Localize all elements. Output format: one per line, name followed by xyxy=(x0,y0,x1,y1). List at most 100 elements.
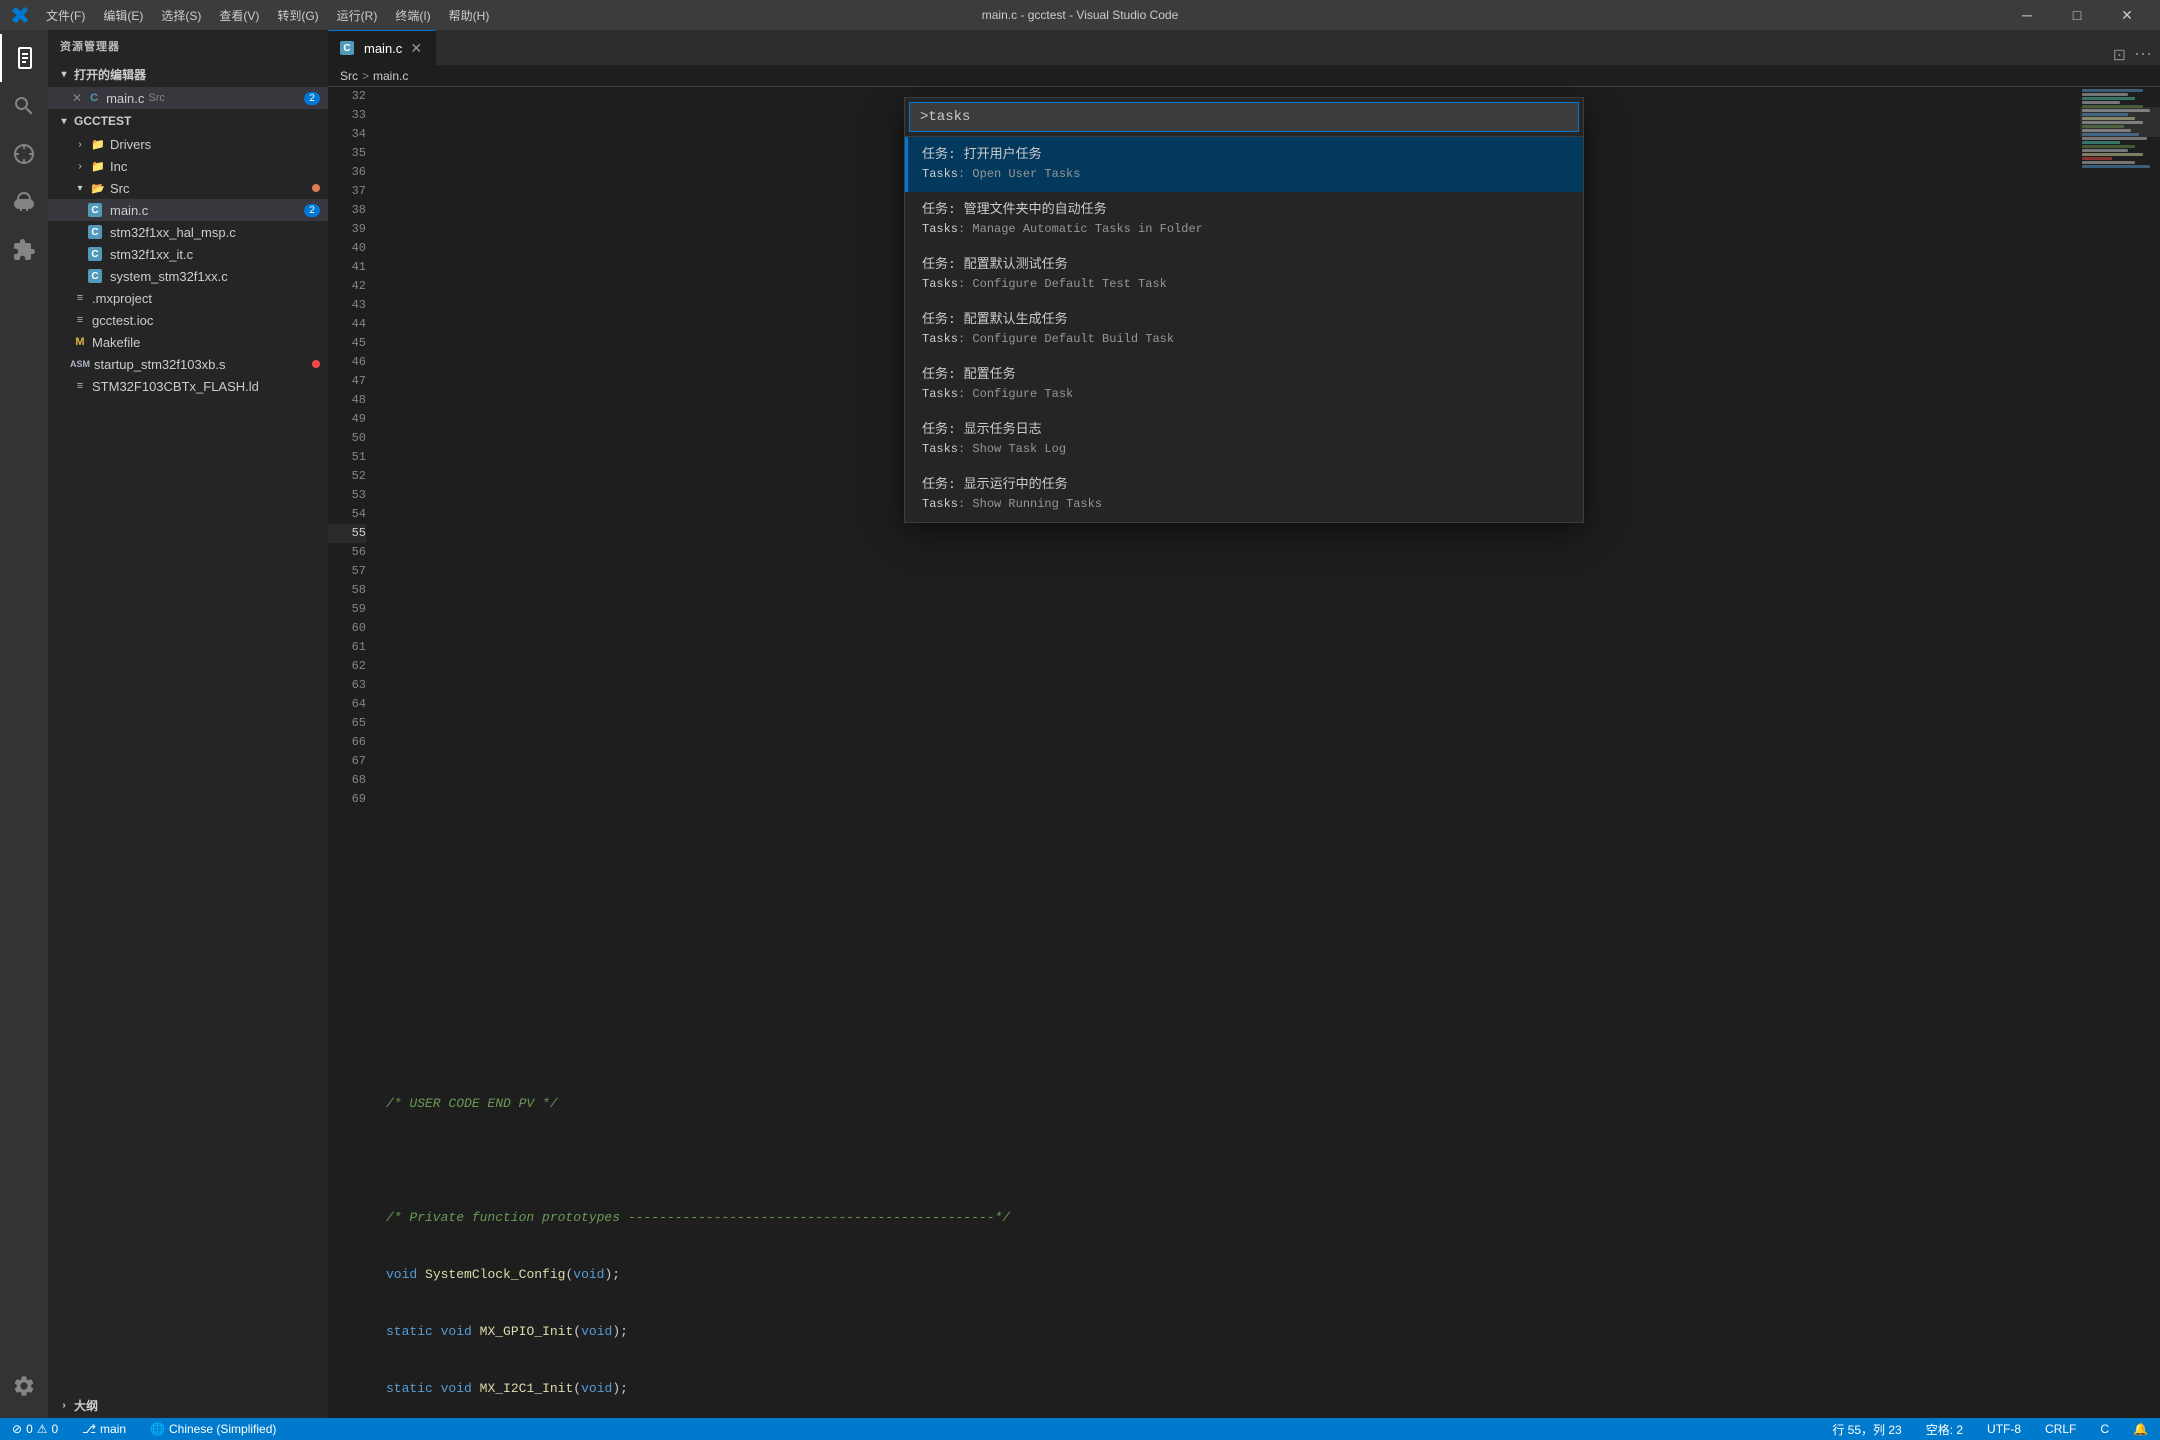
system-c-label: system_stm32f1xx.c xyxy=(110,269,228,284)
title-bar: 文件(F) 编辑(E) 选择(S) 查看(V) 转到(G) 运行(R) 终端(I… xyxy=(0,0,2160,30)
command-item-2[interactable]: 任务: 配置默认测试任务 Tasks: Configure Default Te… xyxy=(905,247,1583,302)
open-file-main-c[interactable]: ✕ C main.c Src 2 xyxy=(48,87,328,109)
outline-header[interactable]: › 大纲 xyxy=(48,1393,328,1418)
hal-msp-label: stm32f1xx_hal_msp.c xyxy=(110,225,236,240)
src-label: Src xyxy=(110,181,130,196)
activity-files[interactable] xyxy=(0,34,48,82)
breadcrumb-src[interactable]: Src xyxy=(340,69,358,83)
minimize-button[interactable]: ─ xyxy=(2004,0,2050,30)
maximize-button[interactable]: □ xyxy=(2054,0,2100,30)
subtitle-highlight-2: Tasks xyxy=(922,277,958,291)
close-button[interactable]: ✕ xyxy=(2104,0,2150,30)
command-item-title-1: 任务: 管理文件夹中的自动任务 xyxy=(922,200,1569,219)
activity-debug[interactable] xyxy=(0,178,48,226)
tab-close-button[interactable]: ✕ xyxy=(408,40,424,56)
menu-file[interactable]: 文件(F) xyxy=(38,5,93,26)
inc-chevron: › xyxy=(72,158,88,174)
menu-selection[interactable]: 选择(S) xyxy=(153,5,209,26)
search-icon xyxy=(12,94,36,118)
tree-item-hal-msp[interactable]: C stm32f1xx_hal_msp.c xyxy=(48,221,328,243)
status-language[interactable]: C xyxy=(2096,1422,2113,1436)
title-bar-menu[interactable]: 文件(F) 编辑(E) 选择(S) 查看(V) 转到(G) 运行(R) 终端(I… xyxy=(38,5,497,26)
breadcrumb-sep1: > xyxy=(362,69,369,83)
command-palette: 任务: 打开用户任务 Tasks: Open User Tasks 任务: 管理… xyxy=(904,97,1584,523)
more-actions-button[interactable]: ⋯ xyxy=(2134,44,2152,65)
tab-main-c[interactable]: C main.c ✕ xyxy=(328,30,436,65)
startup-label: startup_stm32f103xb.s xyxy=(94,357,226,372)
menu-terminal[interactable]: 终端(I) xyxy=(387,5,438,26)
menu-view[interactable]: 查看(V) xyxy=(211,5,267,26)
status-branch[interactable]: ⎇ main xyxy=(78,1422,130,1436)
tree-item-ioc[interactable]: ≡ gcctest.ioc xyxy=(48,309,328,331)
ioc-label: gcctest.ioc xyxy=(92,313,153,328)
tree-item-system-c[interactable]: C system_stm32f1xx.c xyxy=(48,265,328,287)
status-chinese[interactable]: 🌐 Chinese (Simplified) xyxy=(146,1422,280,1436)
tree-item-mxproject[interactable]: ≡ .mxproject xyxy=(48,287,328,309)
gcctest-section[interactable]: ▾ GCCTEST xyxy=(48,109,328,133)
breadcrumb-file[interactable]: main.c xyxy=(373,69,408,83)
status-errors[interactable]: ⊘ 0 ⚠ 0 xyxy=(8,1422,62,1436)
command-item-5[interactable]: 任务: 显示任务日志 Tasks: Show Task Log xyxy=(905,412,1583,467)
tree-item-startup[interactable]: ASM startup_stm32f103xb.s xyxy=(48,353,328,375)
tree-item-makefile[interactable]: M Makefile xyxy=(48,331,328,353)
mxproject-icon: ≡ xyxy=(72,290,88,306)
git-branch-icon: ⎇ xyxy=(82,1422,96,1436)
command-palette-input[interactable] xyxy=(909,102,1579,132)
menu-goto[interactable]: 转到(G) xyxy=(269,5,326,26)
activity-bar xyxy=(0,30,48,1418)
open-file-path: Src xyxy=(148,92,165,104)
outline-section: › 大纲 xyxy=(48,1393,328,1418)
code-editor: 任务: 打开用户任务 Tasks: Open User Tasks 任务: 管理… xyxy=(328,87,2160,1418)
tree-item-drivers[interactable]: › 📁 Drivers xyxy=(48,133,328,155)
command-item-subtitle-2: Tasks: Configure Default Test Task xyxy=(922,275,1569,294)
command-item-subtitle-1: Tasks: Manage Automatic Tasks in Folder xyxy=(922,220,1569,239)
menu-run[interactable]: 运行(R) xyxy=(329,5,386,26)
command-item-1[interactable]: 任务: 管理文件夹中的自动任务 Tasks: Manage Automatic … xyxy=(905,192,1583,247)
close-file-icon[interactable]: ✕ xyxy=(72,91,82,105)
subtitle-rest-5: : Show Task Log xyxy=(958,442,1066,456)
title-bar-controls[interactable]: ─ □ ✕ xyxy=(2004,0,2150,30)
status-spaces[interactable]: 空格: 2 xyxy=(1922,1421,1967,1438)
sidebar: 资源管理器 ▾ 打开的编辑器 ✕ C main.c Src 2 ▾ GCCTES… xyxy=(48,30,328,1418)
menu-help[interactable]: 帮助(H) xyxy=(441,5,498,26)
drivers-chevron: › xyxy=(72,136,88,152)
command-item-3[interactable]: 任务: 配置默认生成任务 Tasks: Configure Default Bu… xyxy=(905,302,1583,357)
activity-extensions[interactable] xyxy=(0,226,48,274)
status-encoding[interactable]: UTF-8 xyxy=(1983,1422,2025,1436)
tree-item-main-c[interactable]: C main.c 2 xyxy=(48,199,328,221)
tree-item-ld[interactable]: ≡ STM32F103CBTx_FLASH.ld xyxy=(48,375,328,397)
open-file-badge: 2 xyxy=(304,92,320,105)
status-line-ending[interactable]: CRLF xyxy=(2041,1422,2080,1436)
status-bell[interactable]: 🔔 xyxy=(2129,1422,2152,1436)
tree-item-src[interactable]: ▾ 📂 Src xyxy=(48,177,328,199)
open-editors-section[interactable]: ▾ 打开的编辑器 xyxy=(48,62,328,87)
open-editors-chevron: ▾ xyxy=(56,67,72,83)
src-chevron: ▾ xyxy=(72,180,88,196)
tree-item-inc[interactable]: › 📁 Inc xyxy=(48,155,328,177)
src-modified-dot xyxy=(312,184,320,192)
warning-icon: ⚠ xyxy=(37,1422,48,1436)
split-editor-button[interactable]: ⊡ xyxy=(2113,45,2126,65)
subtitle-rest-2: : Configure Default Test Task xyxy=(958,277,1167,291)
activity-git[interactable] xyxy=(0,130,48,178)
warning-count: 0 xyxy=(52,1422,59,1436)
subtitle-highlight-1: Tasks xyxy=(922,222,958,236)
branch-name: main xyxy=(100,1422,126,1436)
editor-area: C main.c ✕ ⊡ ⋯ Src > main.c xyxy=(328,30,2160,1418)
tab-label: main.c xyxy=(364,41,402,56)
tree-item-it-c[interactable]: C stm32f1xx_it.c xyxy=(48,243,328,265)
inc-label: Inc xyxy=(110,159,127,174)
status-position[interactable]: 行 55，列 23 xyxy=(1828,1421,1905,1438)
command-item-6[interactable]: 任务: 显示运行中的任务 Tasks: Show Running Tasks xyxy=(905,467,1583,522)
command-item-4[interactable]: 任务: 配置任务 Tasks: Configure Task xyxy=(905,357,1583,412)
subtitle-rest-3: : Configure Default Build Task xyxy=(958,332,1174,346)
activity-settings[interactable] xyxy=(0,1362,48,1410)
settings-icon xyxy=(12,1374,36,1398)
menu-edit[interactable]: 编辑(E) xyxy=(95,5,151,26)
language-text: C xyxy=(2100,1422,2109,1436)
open-editors-label: 打开的编辑器 xyxy=(74,66,146,83)
subtitle-highlight-6: Tasks xyxy=(922,497,958,511)
activity-search[interactable] xyxy=(0,82,48,130)
command-item-0[interactable]: 任务: 打开用户任务 Tasks: Open User Tasks xyxy=(905,137,1583,192)
inc-folder-icon: 📁 xyxy=(90,158,106,174)
